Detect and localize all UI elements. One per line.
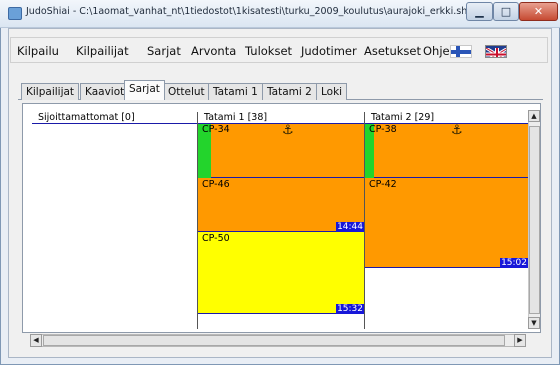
minimize-icon: ▁	[475, 5, 484, 18]
flag-cross-horizontal	[451, 50, 471, 54]
uk-flag-shape	[486, 46, 506, 57]
tab-kaaviot[interactable]: Kaaviot	[80, 83, 130, 100]
finnish-flag-icon[interactable]	[450, 45, 472, 58]
scroll-down-arrow-icon[interactable]: ▼	[528, 317, 540, 329]
column-header-tatami-1: Tatami 1 [38]	[198, 112, 364, 124]
tab-tatami-1[interactable]: Tatami 1	[208, 83, 263, 100]
category-label: CP-46	[202, 179, 230, 190]
menu-kilpailijat[interactable]: Kilpailijat	[76, 44, 129, 58]
horizontal-scroll-thumb[interactable]	[43, 335, 505, 346]
category-label: CP-42	[369, 179, 397, 190]
tab-kilpailijat[interactable]: Kilpailijat	[21, 83, 80, 100]
menu-sarjat[interactable]: Sarjat	[147, 44, 181, 58]
tab-tatami-2[interactable]: Tatami 2	[262, 83, 317, 100]
menu-ohje[interactable]: Ohje	[423, 44, 450, 58]
maximize-icon: □	[500, 5, 512, 18]
scroll-left-arrow-icon[interactable]: ◀	[30, 334, 42, 347]
menu-judotimer[interactable]: Judotimer	[301, 44, 357, 58]
category-label: CP-38	[369, 124, 397, 135]
minimize-button[interactable]: ▁	[466, 2, 493, 21]
uk-flag-icon[interactable]	[485, 45, 507, 58]
menu-arvonta[interactable]: Arvonta	[191, 44, 236, 58]
menu-asetukset[interactable]: Asetukset	[364, 44, 421, 58]
scroll-right-arrow-icon[interactable]: ▶	[514, 334, 526, 347]
tab-loki[interactable]: Loki	[316, 83, 348, 100]
category-label: CP-50	[202, 233, 230, 244]
time-badge: 15:32	[336, 304, 364, 314]
column-unplaced[interactable]	[32, 112, 197, 329]
vertical-scroll-thumb[interactable]	[529, 126, 540, 314]
app-icon	[8, 7, 22, 20]
tab-ottelut[interactable]: Ottelut	[163, 83, 210, 100]
maximize-button[interactable]: □	[493, 2, 519, 21]
menu-kilpailu[interactable]: Kilpailu	[17, 44, 59, 58]
anchor-icon[interactable]: ⚓	[282, 124, 294, 137]
menu-tulokset[interactable]: Tulokset	[245, 44, 292, 58]
flag-cross-vertical	[456, 46, 460, 57]
category-block[interactable]	[365, 178, 528, 268]
tab-sarjat[interactable]: Sarjat	[124, 80, 165, 100]
window-title: JudoShiai - C:\1aomat_vanhat_nt\1tiedost…	[26, 6, 470, 17]
time-badge: 14:44	[336, 222, 364, 232]
time-badge: 15:02	[500, 258, 528, 268]
column-header-tatami-2: Tatami 2 [29]	[365, 112, 528, 124]
close-icon: ✕	[533, 5, 544, 18]
category-label: CP-34	[202, 124, 230, 135]
scroll-up-arrow-icon[interactable]: ▲	[528, 110, 540, 122]
column-header-unplaced: Sijoittamattomat [0]	[32, 112, 197, 124]
anchor-icon[interactable]: ⚓	[451, 124, 463, 137]
category-block[interactable]	[198, 232, 364, 314]
close-button[interactable]: ✕	[519, 2, 558, 21]
